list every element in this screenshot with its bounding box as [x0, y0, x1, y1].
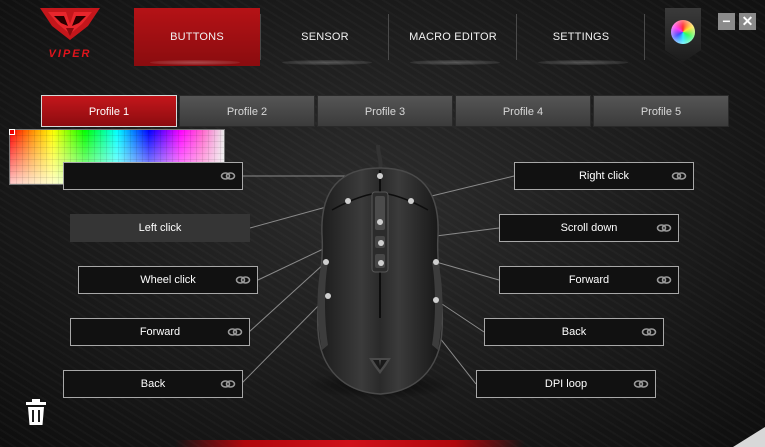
- tab-separator: [644, 14, 645, 60]
- profile-3-tab[interactable]: Profile 3: [317, 95, 453, 127]
- assign-label: Back: [561, 326, 587, 338]
- assign-button-left-click[interactable]: Left click: [70, 214, 250, 242]
- top-bar: VIPER BUTTONS SENSOR MACRO EDITOR SETTIN…: [0, 0, 765, 70]
- close-button[interactable]: ✕: [739, 13, 756, 30]
- assign-label: Right click: [578, 170, 630, 182]
- resize-grip-icon[interactable]: [729, 427, 765, 447]
- tab-glow: [538, 60, 628, 65]
- link-icon: [641, 328, 657, 336]
- link-icon: [220, 172, 236, 180]
- tab-glow: [410, 60, 500, 65]
- profile-1-tab[interactable]: Profile 1: [41, 95, 177, 127]
- assign-button-left-back[interactable]: Back: [63, 370, 243, 398]
- trash-icon[interactable]: [25, 398, 47, 426]
- tab-separator: [260, 14, 261, 60]
- assign-button-top-left[interactable]: [63, 162, 243, 190]
- assign-label: Forward: [568, 274, 610, 286]
- lighting-color-button[interactable]: [665, 8, 701, 62]
- profile-5-tab[interactable]: Profile 5: [593, 95, 729, 127]
- logo-text: VIPER: [48, 48, 92, 60]
- tab-glow: [150, 60, 240, 65]
- assign-button-right-forward[interactable]: Forward: [499, 266, 679, 294]
- link-icon: [220, 380, 236, 388]
- tab-glow: [282, 60, 372, 65]
- assign-label: Wheel click: [140, 274, 196, 286]
- tab-separator: [516, 14, 517, 60]
- assign-button-scroll-down[interactable]: Scroll down: [499, 214, 679, 242]
- assign-label: Forward: [139, 326, 181, 338]
- tab-macro-editor[interactable]: MACRO EDITOR: [390, 8, 516, 66]
- link-icon: [656, 276, 672, 284]
- link-icon: [227, 328, 243, 336]
- assign-label: Scroll down: [560, 222, 618, 234]
- assign-label: Back: [140, 378, 166, 390]
- link-icon: [656, 224, 672, 232]
- tab-settings[interactable]: SETTINGS: [518, 8, 644, 66]
- link-icon: [671, 172, 687, 180]
- tab-sensor[interactable]: SENSOR: [262, 8, 388, 66]
- bottom-accent-bar: [175, 440, 525, 447]
- assign-button-wheel-click[interactable]: Wheel click: [78, 266, 258, 294]
- link-icon: [235, 276, 251, 284]
- assign-button-right-back[interactable]: Back: [484, 318, 664, 346]
- tab-buttons[interactable]: BUTTONS: [134, 8, 260, 66]
- viper-logo: VIPER: [30, 6, 110, 64]
- assign-button-left-forward[interactable]: Forward: [70, 318, 250, 346]
- profile-4-tab[interactable]: Profile 4: [455, 95, 591, 127]
- app-window: VIPER BUTTONS SENSOR MACRO EDITOR SETTIN…: [0, 0, 765, 447]
- assign-label: Left click: [138, 222, 182, 234]
- assign-button-right-click[interactable]: Right click: [514, 162, 694, 190]
- assign-label: DPI loop: [544, 378, 588, 390]
- minimize-button[interactable]: −: [718, 13, 735, 30]
- link-icon: [633, 380, 649, 388]
- profile-2-tab[interactable]: Profile 2: [179, 95, 315, 127]
- color-picker-cursor[interactable]: [9, 129, 15, 135]
- rgb-color-orb-icon: [671, 20, 695, 44]
- assign-button-dpi-loop[interactable]: DPI loop: [476, 370, 656, 398]
- tab-separator: [388, 14, 389, 60]
- viper-logo-icon: [40, 8, 100, 40]
